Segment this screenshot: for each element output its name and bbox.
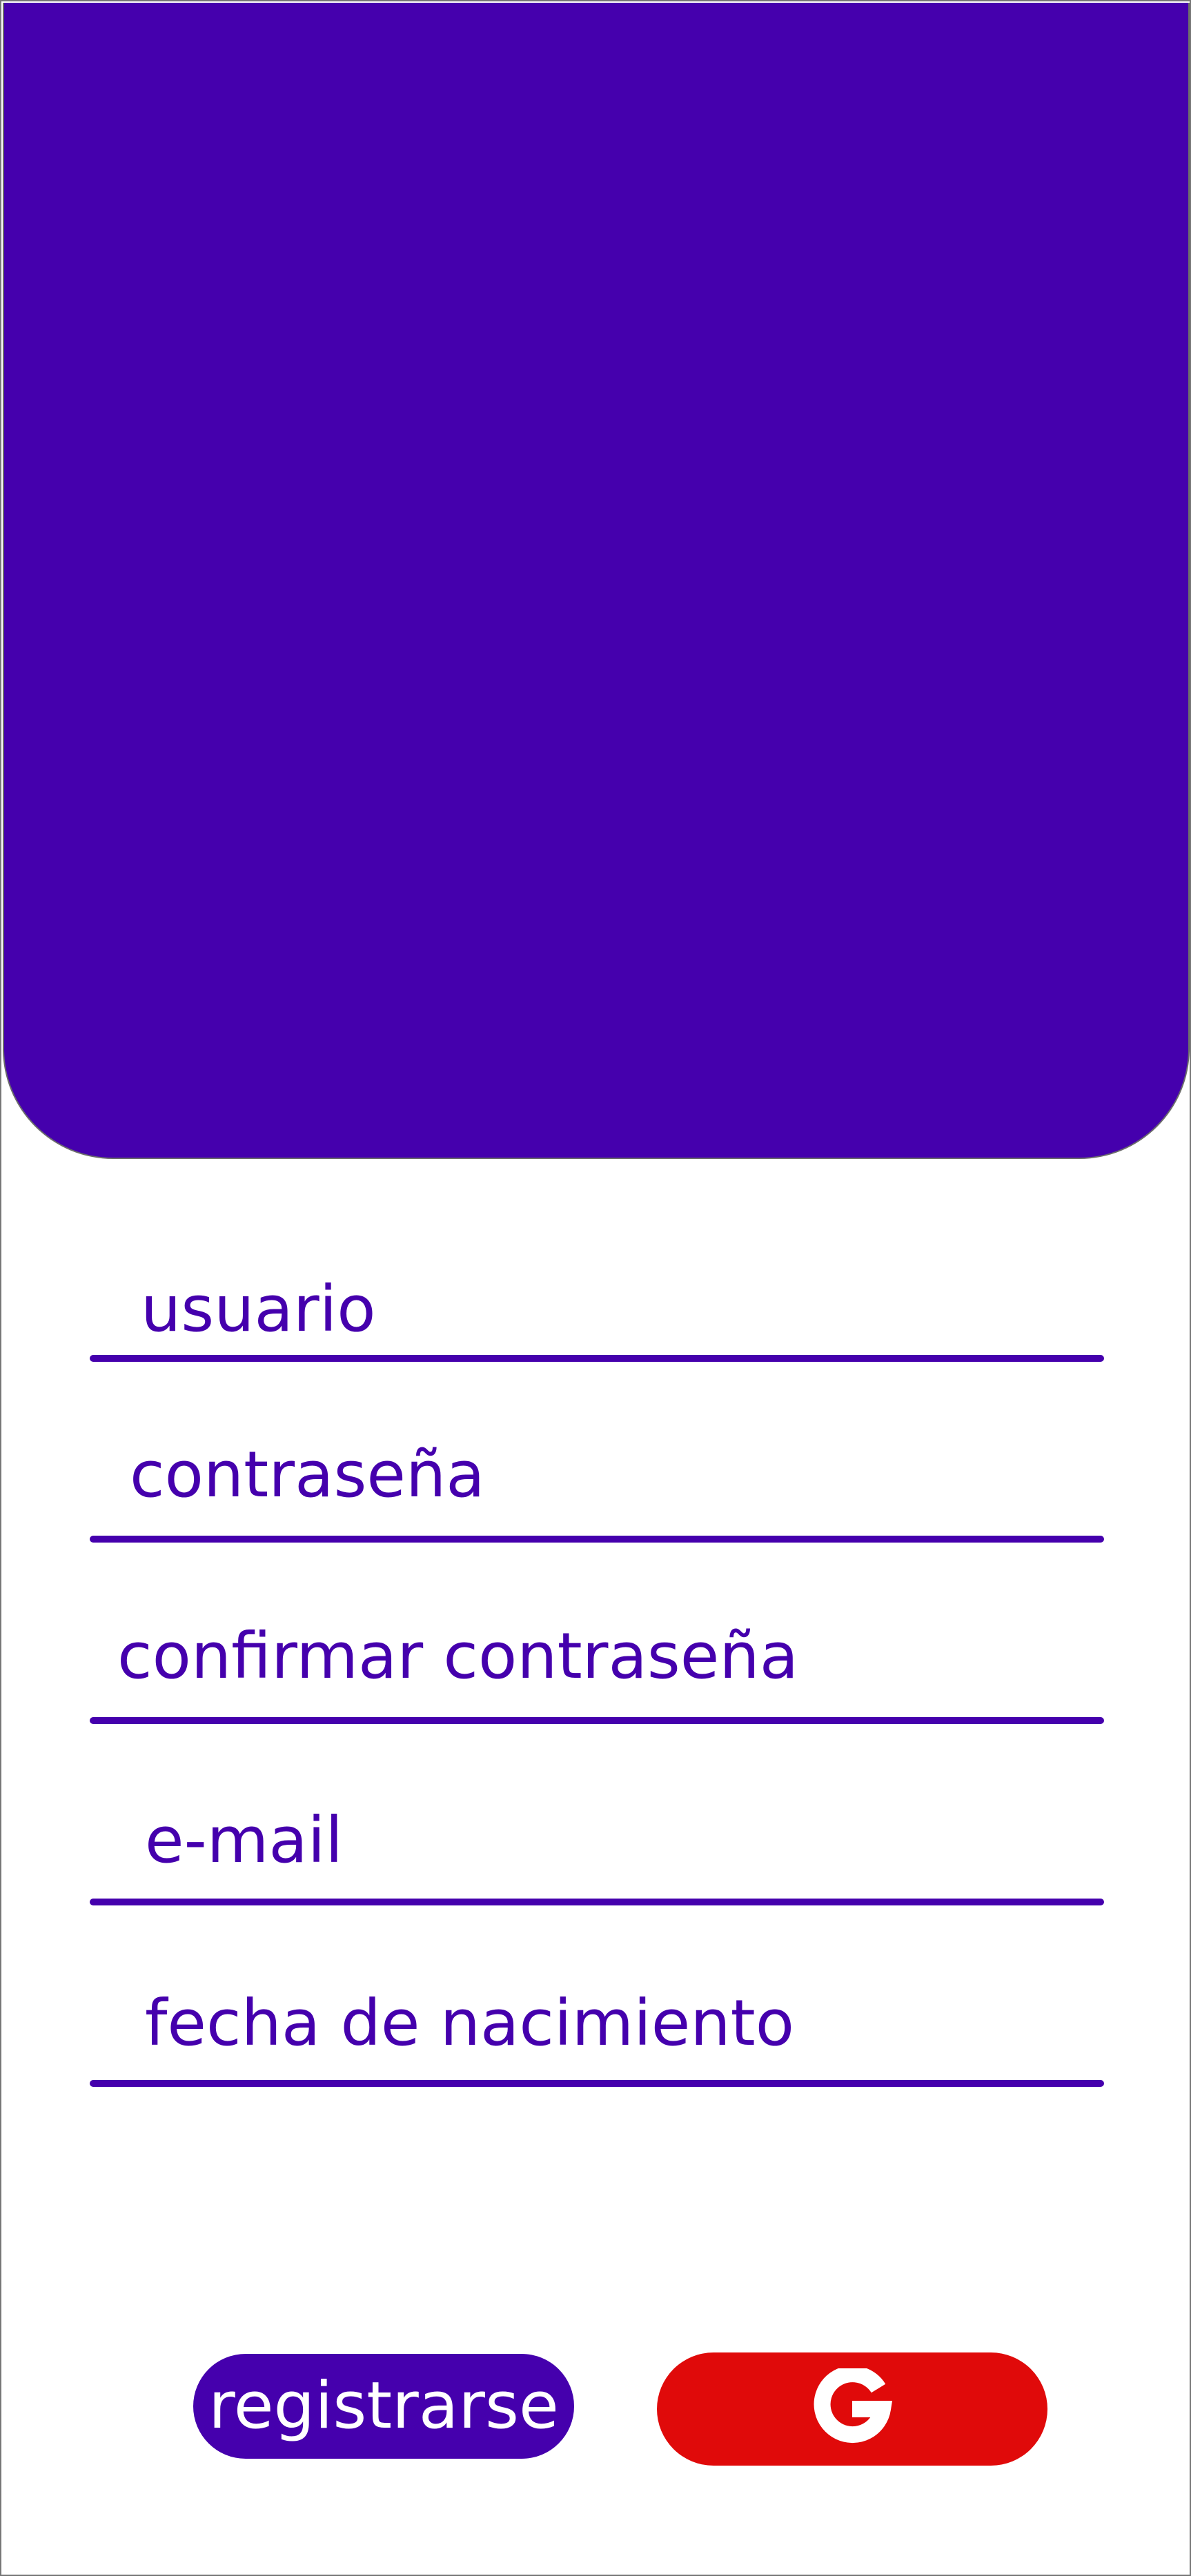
username-placeholder: usuario [141,1272,376,1346]
username-underline [90,1355,1104,1362]
confirm-password-placeholder: confirmar contraseña [117,1619,799,1693]
google-g-icon [811,2366,893,2450]
email-field[interactable]: e-mail [90,1809,1104,1909]
google-signin-button[interactable] [657,2352,1047,2466]
password-placeholder: contraseña [130,1438,485,1512]
confirm-password-underline [90,1717,1104,1724]
email-placeholder: e-mail [145,1803,343,1877]
app-frame: usuario contraseña confirmar contraseña … [0,0,1191,2576]
header-banner [3,3,1190,1159]
register-button[interactable]: registrarse [193,2354,574,2459]
register-button-label: registrarse [208,2368,559,2444]
birthdate-underline [90,2080,1104,2087]
username-field[interactable]: usuario [90,1278,1104,1367]
email-underline [90,1899,1104,1905]
birthdate-field[interactable]: fecha de nacimiento [90,1992,1104,2092]
password-field[interactable]: contraseña [90,1443,1104,1543]
birthdate-placeholder: fecha de nacimiento [145,1986,795,2060]
confirm-password-field[interactable]: confirmar contraseña [90,1625,1104,1725]
password-underline [90,1536,1104,1543]
